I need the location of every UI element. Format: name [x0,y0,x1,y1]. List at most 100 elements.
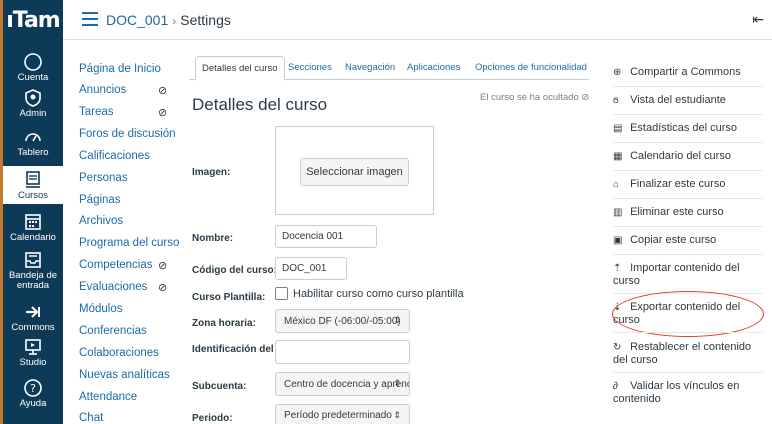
global-nav-label: Cursos [17,190,49,201]
sis-id-input[interactable] [275,340,410,364]
course-nav-conferences[interactable]: Conferencias [79,325,147,337]
course-nav-announcements[interactable]: Anuncios [79,84,126,96]
course-nav-grades[interactable]: Calificaciones [79,150,150,162]
divider [613,332,763,333]
global-nav-studio[interactable]: Studio [3,337,63,368]
image-label: Imagen: [192,167,231,178]
template-checkbox-label[interactable]: Habilitar curso como curso plantilla [293,288,464,300]
subaccount-label: Subcuenta: [192,381,247,392]
select-arrow-icon: ⇕ [393,315,401,325]
tab-apps[interactable]: Aplicaciones [401,56,466,80]
template-label: Curso Plantilla: [192,292,266,303]
course-nav-pages[interactable]: Páginas [79,194,121,206]
select-image-button[interactable]: Seleccionar imagen [300,158,409,186]
global-nav-account[interactable]: Cuenta [3,52,63,83]
tab-navigation[interactable]: Navegación [339,56,401,80]
reset-content-button[interactable]: ↻ Restablecer el contenido del curso [613,341,763,367]
global-nav-help[interactable]: ? Ayuda [3,378,63,409]
timezone-value: México DF (-06:00/-05:00) [284,315,401,327]
course-code-input[interactable]: DOC_001 [275,257,347,280]
global-nav-label: Bandeja de entrada [8,270,58,291]
global-nav-label: Tablero [17,147,49,158]
delete-course-button[interactable]: ▥ Eliminar este curso [613,206,763,219]
breadcrumb-course-link[interactable]: DOC_001 [106,12,168,28]
course-nav-quizzes[interactable]: Evaluaciones [79,281,147,293]
divider [613,170,763,171]
global-nav-commons[interactable]: Commons [3,302,63,333]
stats-icon: ▤ [613,123,623,134]
course-code-label: Código del curso: [192,265,277,276]
course-hidden-note: El curso se ha ocultado ⊘ [480,92,589,103]
global-nav-inbox[interactable]: Bandeja de entrada [3,250,63,291]
divider [613,142,763,143]
action-label: Calendario del curso [630,150,731,162]
subaccount-select[interactable]: Centro de docencia y aprendiz ⇕ [275,372,410,396]
divider [613,86,763,87]
global-nav-label: Admin [19,108,47,119]
course-calendar-button[interactable]: ▦ Calendario del curso [613,150,763,163]
course-stats-button[interactable]: ▤ Estadísticas del curso [613,122,763,135]
divider [613,226,763,227]
global-nav-calendar[interactable]: Calendario [3,212,63,243]
breadcrumb-separator: › [172,14,177,28]
import-icon: ⇡ [613,263,622,274]
course-nav-outcomes[interactable]: Competencias [79,259,153,271]
course-nav-home[interactable]: Página de Inicio [79,63,161,75]
course-hidden-text: El curso se ha ocultado [480,92,579,103]
divider [613,198,763,199]
account-icon [24,53,42,71]
global-nav-admin[interactable]: Admin [3,88,63,119]
tab-course-details[interactable]: Detalles del curso [195,56,285,81]
page-header: DOC_001 › Settings ⇤ [63,0,772,40]
name-label: Nombre: [192,233,234,244]
term-value: Período predeterminado [284,409,392,421]
collapse-sidebar-icon[interactable]: ⇤ [752,11,764,28]
select-arrow-icon: ⇕ [393,378,401,388]
share-to-commons-button[interactable]: ⊕ Compartir a Commons [613,66,763,79]
student-view-button[interactable]: ϭ Vista del estudiante [613,94,763,107]
course-name-input[interactable]: Docencia 001 [275,225,377,248]
validate-links-button[interactable]: ∂ Validar los vínculos en contenido [613,380,763,406]
course-nav-people[interactable]: Personas [79,172,128,184]
action-label: Compartir a Commons [630,66,741,78]
breadcrumb-current: Settings [180,12,231,28]
admin-shield-icon [25,89,41,107]
hamburger-menu-icon[interactable] [82,12,98,26]
tab-feature-options[interactable]: Opciones de funcionalidad [469,56,593,80]
link-icon: ∂ [613,381,618,392]
copy-course-button[interactable]: ▣ Copiar este curso [613,234,763,247]
calendar-icon [25,214,41,230]
course-nav-syllabus[interactable]: Programa del curso [79,237,179,249]
conclude-course-button[interactable]: ⌂ Finalizar este curso [613,178,763,191]
hidden-eye-icon: ⊘ [158,107,168,119]
divider [613,114,763,115]
course-nav-files[interactable]: Archivos [79,215,123,227]
course-nav-assignments[interactable]: Tareas [79,106,114,118]
inbox-icon [25,252,41,268]
tab-sections[interactable]: Secciones [282,56,338,80]
course-nav-collaborations[interactable]: Colaboraciones [79,347,159,359]
divider [613,254,763,255]
hidden-eye-icon: ⊘ [158,85,168,97]
dashboard-icon [25,133,41,142]
divider [613,372,763,373]
course-nav-chat[interactable]: Chat [79,412,103,424]
global-nav-label: Calendario [10,232,56,243]
commons-icon [26,306,40,318]
course-nav-attendance[interactable]: Attendance [79,391,137,403]
courses-icon [26,171,40,188]
template-checkbox[interactable] [275,287,288,300]
course-nav-modules[interactable]: Módulos [79,303,122,315]
global-nav-courses[interactable]: Cursos [3,166,63,204]
import-content-button[interactable]: ⇡ Importar contenido del curso [613,262,763,288]
timezone-select[interactable]: México DF (-06:00/-05:00) ⇕ [275,309,410,333]
brand-logo[interactable]: ıTam [3,0,63,40]
course-nav-analytics[interactable]: Nuevas analíticas [79,369,170,381]
action-label: Copiar este curso [630,234,717,246]
course-nav-discussions[interactable]: Foros de discusión [79,128,176,140]
global-nav-dashboard[interactable]: Tablero [3,127,63,158]
term-select[interactable]: Período predeterminado ⇕ [275,404,410,424]
help-icon: ? [24,379,42,397]
reset-icon: ↻ [613,342,622,353]
term-label: Periodo: [192,413,233,424]
